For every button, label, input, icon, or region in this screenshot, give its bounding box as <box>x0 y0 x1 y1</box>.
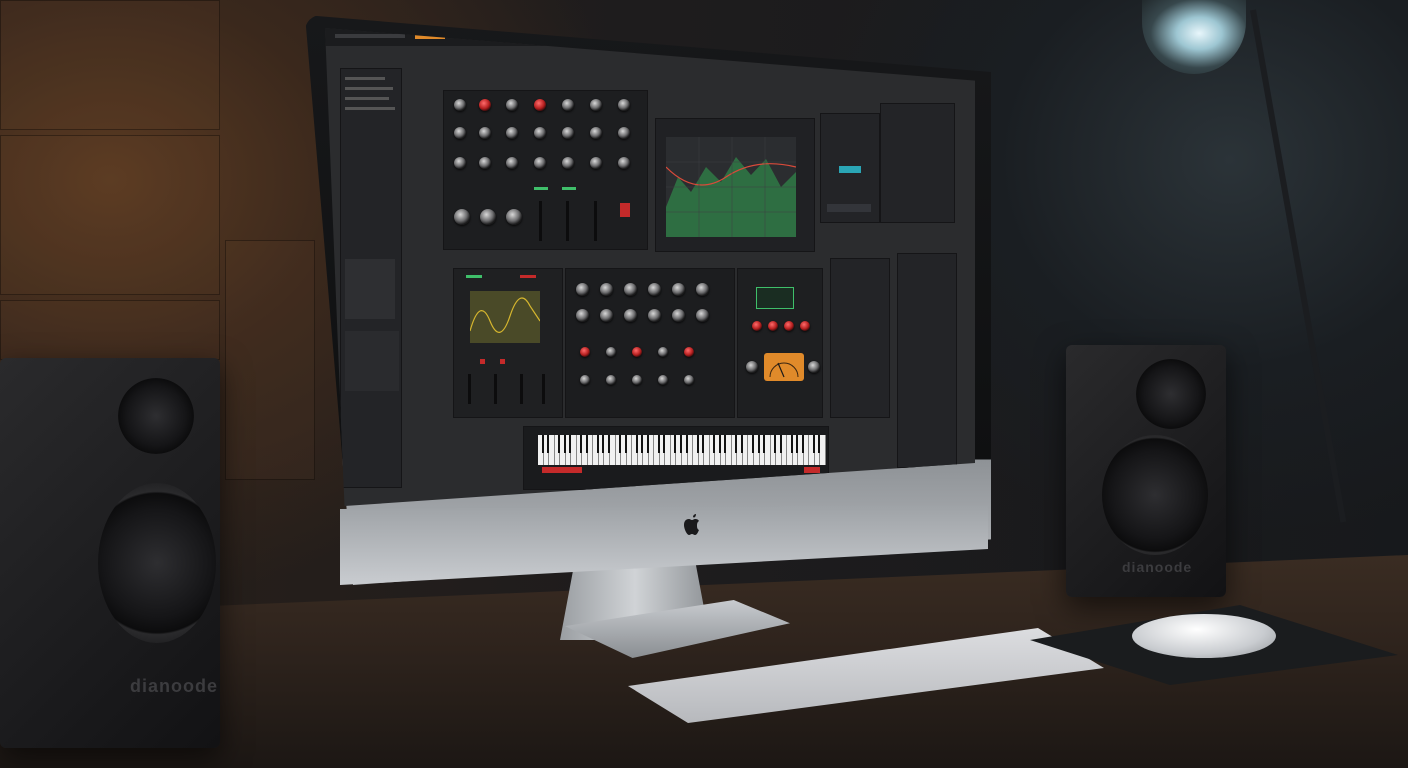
fader[interactable] <box>520 374 523 404</box>
studio-scene: dianoode dianoode <box>0 0 1408 768</box>
woofer <box>98 483 216 643</box>
track-list-2[interactable] <box>345 331 399 391</box>
oscillator-module[interactable] <box>453 268 563 418</box>
eq-window[interactable] <box>655 118 815 252</box>
vu-meter <box>764 353 804 381</box>
eq-graph <box>666 137 796 237</box>
desk-lamp <box>1142 0 1246 74</box>
tweeter <box>118 378 194 454</box>
channel-list[interactable] <box>830 258 890 418</box>
daw-screen <box>325 28 975 506</box>
fader[interactable] <box>468 374 471 404</box>
piano-keys[interactable] <box>538 435 826 465</box>
wall-panel <box>0 300 220 360</box>
track-inspector[interactable] <box>897 253 957 468</box>
track-list[interactable] <box>345 259 395 319</box>
apple-icon <box>684 514 699 535</box>
properties-panel[interactable] <box>880 103 955 223</box>
left-speaker: dianoode <box>0 358 220 748</box>
computer-mouse <box>1132 614 1276 658</box>
tweeter <box>1136 359 1206 429</box>
record-button[interactable] <box>620 203 630 217</box>
wall-panel <box>225 240 315 480</box>
speaker-brand: dianoode <box>1122 559 1193 575</box>
oscilloscope-display <box>470 291 540 343</box>
browser-sidebar[interactable] <box>340 68 402 488</box>
fader[interactable] <box>542 374 545 404</box>
fader[interactable] <box>566 201 569 241</box>
fader[interactable] <box>594 201 597 241</box>
wall-panel <box>0 0 220 130</box>
white-key[interactable] <box>820 435 826 465</box>
woofer <box>1102 435 1208 555</box>
selected-item[interactable] <box>839 166 861 173</box>
mixer-module[interactable] <box>443 90 648 250</box>
vu-module[interactable] <box>737 268 823 418</box>
speaker-brand: dianoode <box>130 676 218 696</box>
inspector-panel[interactable] <box>820 113 880 223</box>
lamp-arm <box>1250 9 1347 523</box>
right-speaker: dianoode <box>1066 345 1226 597</box>
lcd-display <box>756 287 794 309</box>
synth-knob-module[interactable] <box>565 268 735 418</box>
fader[interactable] <box>539 201 542 241</box>
fader[interactable] <box>494 374 497 404</box>
wall-panel <box>0 135 220 295</box>
